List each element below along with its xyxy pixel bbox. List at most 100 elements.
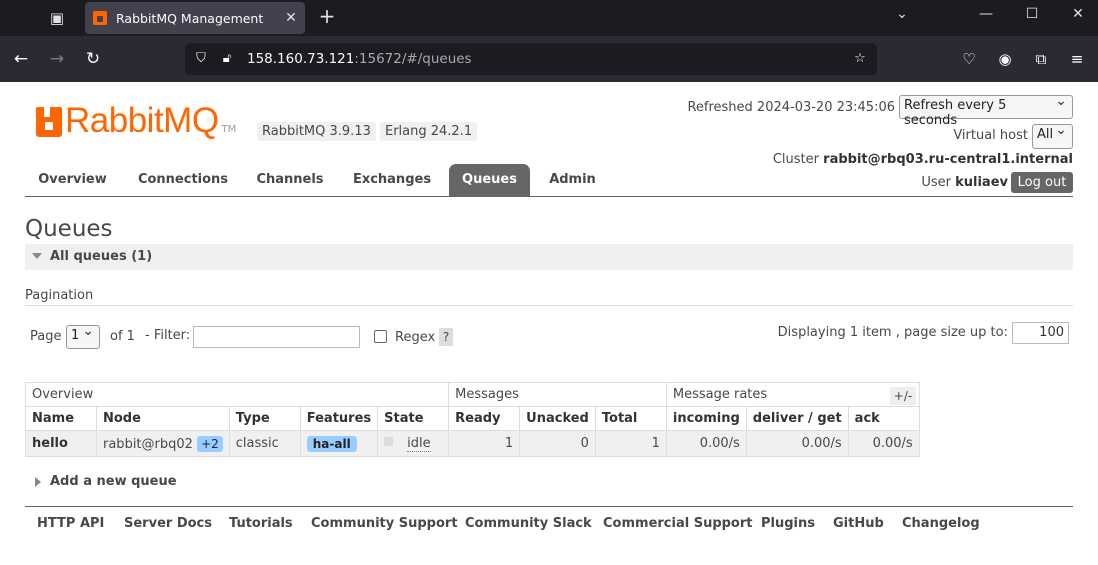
refreshed-timestamp: Refreshed 2024-03-20 23:45:06 bbox=[687, 100, 895, 115]
queue-state: idle bbox=[377, 430, 450, 457]
queue-type: classic bbox=[228, 430, 301, 457]
col-ack[interactable]: ack bbox=[847, 406, 920, 431]
group-messages: Messages bbox=[448, 382, 667, 407]
page-size-input[interactable]: 100 bbox=[1012, 322, 1069, 344]
pagination-title: Pagination bbox=[25, 288, 94, 303]
tab-list-icon[interactable]: ▣ bbox=[44, 6, 70, 30]
rabbitmq-logo-icon bbox=[36, 107, 62, 137]
minimize-icon[interactable]: — bbox=[974, 6, 998, 28]
tab-admin[interactable]: Admin bbox=[540, 164, 605, 197]
queue-incoming-rate: 0.00/s bbox=[665, 430, 747, 457]
refresh-interval-select[interactable]: Refresh every 5 seconds bbox=[899, 93, 1073, 128]
pocket-icon[interactable]: ♡ bbox=[958, 48, 980, 70]
tab-overflow-chevron-icon[interactable]: ⌄ bbox=[890, 6, 914, 28]
column-toggle-button[interactable]: +/- bbox=[890, 387, 916, 405]
group-overview: Overview bbox=[24, 382, 450, 407]
account-icon[interactable]: ◉ bbox=[994, 48, 1016, 70]
rabbitmq-favicon-icon bbox=[93, 11, 107, 25]
footer-link-github[interactable]: GitHub bbox=[833, 516, 884, 531]
footer-link-changelog[interactable]: Changelog bbox=[902, 516, 980, 531]
rabbitmq-version: RabbitMQ 3.9.13 bbox=[257, 122, 376, 141]
footer-divider bbox=[25, 506, 1073, 507]
collapse-triangle-icon bbox=[32, 253, 42, 259]
table-row[interactable]: hello rabbit@rbq02 +2 classic ha-all idl… bbox=[25, 430, 920, 457]
footer-link-server-docs[interactable]: Server Docs bbox=[124, 516, 212, 531]
insecure-lock-icon[interactable]: 🔓︎ bbox=[218, 50, 236, 68]
footer-link-tutorials[interactable]: Tutorials bbox=[229, 516, 293, 531]
page-title: Queues bbox=[25, 216, 113, 242]
col-type[interactable]: Type bbox=[228, 406, 301, 431]
feature-policy-badge[interactable]: ha-all bbox=[306, 435, 357, 452]
footer-link-community-slack[interactable]: Community Slack bbox=[465, 516, 592, 531]
reload-icon[interactable]: ↻ bbox=[81, 47, 105, 71]
close-window-icon[interactable]: ✕ bbox=[1066, 6, 1090, 28]
all-queues-section-toggle[interactable]: All queues (1) bbox=[25, 244, 1073, 270]
queue-features: ha-all bbox=[299, 430, 379, 457]
tab-title: RabbitMQ Management bbox=[116, 10, 264, 26]
queues-table: Overview Messages Message rates Name Nod… bbox=[24, 382, 920, 457]
page-label: Page bbox=[30, 329, 62, 344]
tab-channels[interactable]: Channels bbox=[247, 164, 333, 197]
filter-label: - Filter: bbox=[145, 328, 191, 343]
queue-deliver-get-rate: 0.00/s bbox=[745, 430, 849, 457]
erlang-version: Erlang 24.2.1 bbox=[380, 122, 478, 141]
table-group-header: Overview Messages Message rates bbox=[24, 382, 920, 407]
forward-icon[interactable]: → bbox=[45, 47, 69, 71]
col-state[interactable]: State bbox=[377, 406, 450, 431]
col-total[interactable]: Total bbox=[594, 406, 667, 431]
rabbitmq-logo[interactable]: RabbitMQ TM bbox=[36, 103, 236, 138]
section-title: All queues (1) bbox=[50, 249, 153, 264]
tab-exchanges[interactable]: Exchanges bbox=[343, 164, 441, 197]
vhost-select[interactable]: All bbox=[1032, 122, 1073, 149]
browser-tab-bar: ▣ RabbitMQ Management ✕ + ⌄ — ☐ ✕ bbox=[0, 0, 1098, 36]
col-deliver-get[interactable]: deliver / get bbox=[745, 406, 849, 431]
queue-name-link[interactable]: hello bbox=[25, 430, 97, 457]
rabbitmq-page: RabbitMQ TM RabbitMQ 3.9.13 Erlang 24.2.… bbox=[0, 82, 1098, 565]
state-indicator-icon bbox=[384, 437, 394, 446]
browser-tab[interactable]: RabbitMQ Management ✕ bbox=[85, 2, 305, 34]
col-name[interactable]: Name bbox=[25, 406, 97, 431]
extensions-icon[interactable]: ⧉ bbox=[1030, 48, 1052, 70]
footer-link-commercial-support[interactable]: Commercial Support bbox=[603, 516, 753, 531]
bookmark-star-icon[interactable]: ☆ bbox=[851, 50, 869, 68]
add-queue-label: Add a new queue bbox=[50, 474, 177, 489]
expand-triangle-icon bbox=[35, 477, 41, 487]
col-node[interactable]: Node bbox=[96, 406, 230, 431]
footer-link-community-support[interactable]: Community Support bbox=[311, 516, 458, 531]
tab-connections[interactable]: Connections bbox=[130, 164, 236, 197]
tab-queues[interactable]: Queues bbox=[449, 164, 530, 197]
regex-label: Regex bbox=[395, 330, 436, 345]
browser-nav-bar: ← → ↻ ⛉ 🔓︎ 158.160.73.121:15672/#/queues… bbox=[0, 36, 1098, 82]
regex-help-button[interactable]: ? bbox=[439, 328, 453, 346]
url-bar[interactable]: ⛉ 🔓︎ 158.160.73.121:15672/#/queues ☆ bbox=[185, 43, 877, 75]
filter-input[interactable] bbox=[193, 326, 360, 348]
footer-link-plugins[interactable]: Plugins bbox=[761, 516, 815, 531]
displaying-label: Displaying 1 item , page size up to: bbox=[777, 325, 1008, 340]
url-text[interactable]: 158.160.73.121:15672/#/queues bbox=[247, 51, 472, 67]
regex-checkbox[interactable] bbox=[374, 330, 387, 343]
queue-ready: 1 bbox=[448, 430, 521, 457]
col-incoming[interactable]: incoming bbox=[665, 406, 747, 431]
col-features[interactable]: Features bbox=[299, 406, 379, 431]
back-icon[interactable]: ← bbox=[9, 47, 33, 71]
divider bbox=[25, 305, 1073, 306]
footer-link-http-api[interactable]: HTTP API bbox=[37, 516, 104, 531]
queue-unacked: 0 bbox=[519, 430, 596, 457]
shield-icon[interactable]: ⛉ bbox=[192, 50, 210, 68]
queue-node: rabbit@rbq02 +2 bbox=[96, 430, 230, 457]
queue-ack-rate: 0.00/s bbox=[847, 430, 920, 457]
new-tab-icon[interactable]: + bbox=[316, 6, 338, 28]
queue-total: 1 bbox=[594, 430, 667, 457]
close-tab-icon[interactable]: ✕ bbox=[281, 10, 301, 26]
col-unacked[interactable]: Unacked bbox=[519, 406, 596, 431]
node-mirrors-badge: +2 bbox=[197, 435, 223, 452]
maximize-icon[interactable]: ☐ bbox=[1020, 6, 1044, 28]
group-message-rates: Message rates bbox=[665, 382, 920, 407]
table-header: Name Node Type Features State Ready Unac… bbox=[25, 406, 920, 431]
vhost-label: Virtual host bbox=[953, 128, 1028, 143]
page-select[interactable]: 1 bbox=[66, 323, 100, 349]
col-ready[interactable]: Ready bbox=[448, 406, 521, 431]
tab-overview[interactable]: Overview bbox=[25, 164, 120, 197]
main-tabs: Overview Connections Channels Exchanges … bbox=[25, 164, 1073, 197]
menu-icon[interactable]: ≡ bbox=[1066, 48, 1088, 70]
